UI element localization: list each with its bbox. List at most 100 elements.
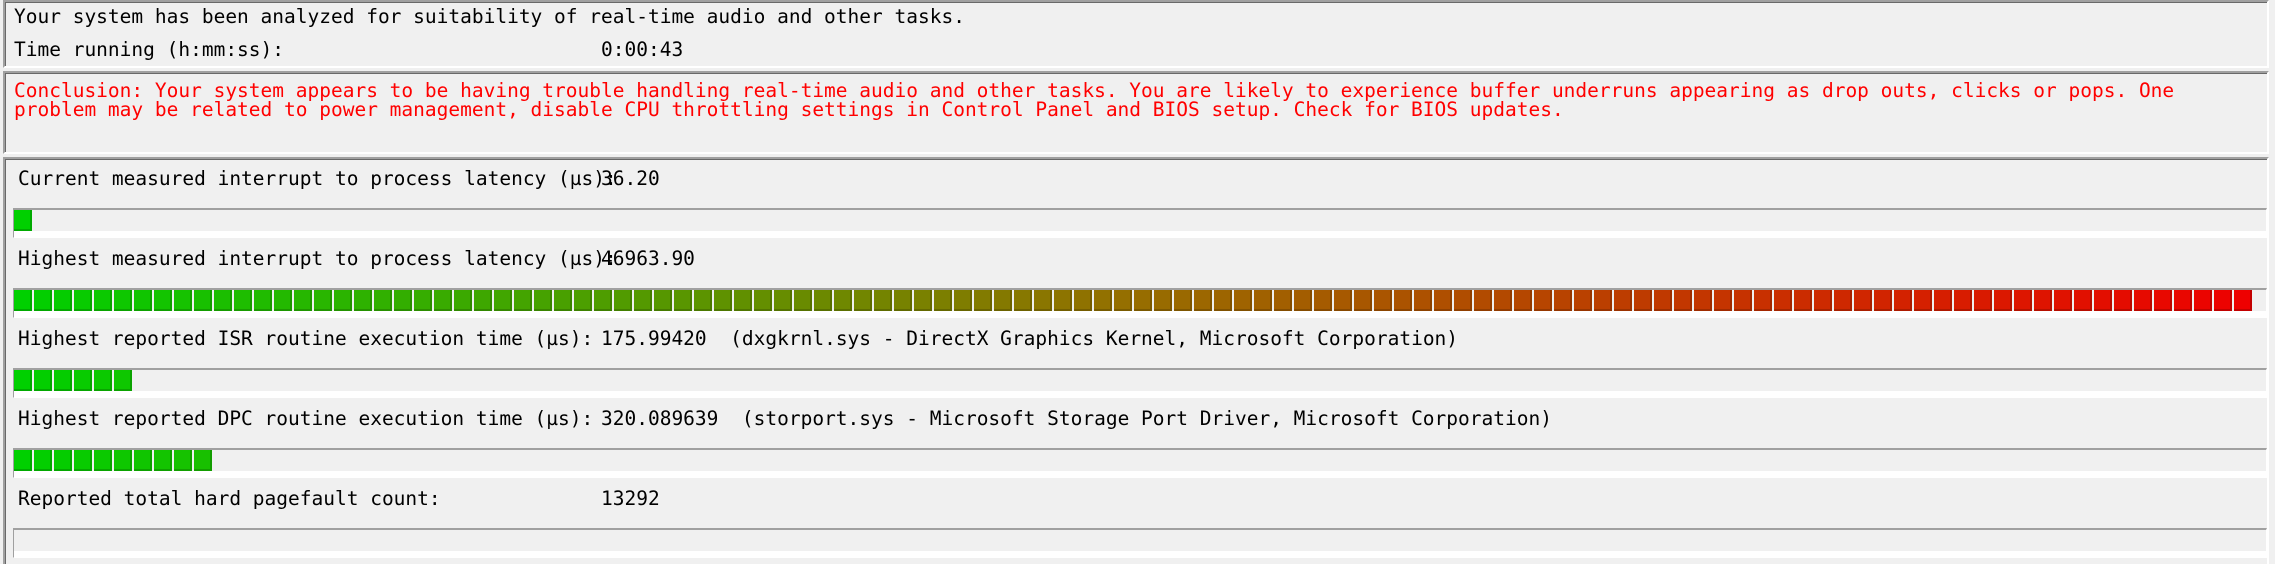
bar-segment bbox=[174, 290, 192, 311]
bar-segment bbox=[114, 450, 132, 471]
bar-segment bbox=[974, 290, 992, 311]
bar-segment bbox=[954, 290, 972, 311]
bar-segment bbox=[1154, 290, 1172, 311]
bar-segment bbox=[214, 290, 232, 311]
bar-segment bbox=[1634, 290, 1652, 311]
bar-segment bbox=[74, 290, 92, 311]
bar-segment bbox=[34, 370, 52, 391]
bar-segment bbox=[1014, 290, 1032, 311]
bar-segment bbox=[914, 290, 932, 311]
bar-segment bbox=[714, 290, 732, 311]
metric-value: 36.20 bbox=[601, 167, 660, 190]
bar-segment bbox=[274, 290, 292, 311]
bar-segment bbox=[74, 450, 92, 471]
bar-segment bbox=[14, 290, 32, 311]
metrics-panel: Current measured interrupt to process la… bbox=[3, 157, 2269, 564]
bar-segment bbox=[2074, 290, 2092, 311]
metric-label: Reported total hard pagefault count: bbox=[18, 487, 441, 510]
bar-segment bbox=[94, 370, 112, 391]
bar-segment bbox=[14, 370, 32, 391]
bar-segment bbox=[474, 290, 492, 311]
bar-segment bbox=[1694, 290, 1712, 311]
bar-fill bbox=[14, 290, 2254, 311]
bar-segment bbox=[934, 290, 952, 311]
latency-bar bbox=[13, 288, 2267, 318]
bar-segment bbox=[74, 370, 92, 391]
bar-fill bbox=[14, 210, 34, 231]
bar-segment bbox=[94, 450, 112, 471]
metric-value: 320.089639 (storport.sys - Microsoft Sto… bbox=[601, 407, 1552, 430]
bar-segment bbox=[1254, 290, 1272, 311]
latency-bar bbox=[13, 208, 2267, 238]
metric-value: 13292 bbox=[601, 487, 660, 510]
bar-segment bbox=[1934, 290, 1952, 311]
analysis-status-text: Your system has been analyzed for suitab… bbox=[14, 5, 965, 28]
bar-segment bbox=[1514, 290, 1532, 311]
metric-label: Highest reported ISR routine execution t… bbox=[18, 327, 594, 350]
metric-value: 46963.90 bbox=[601, 247, 695, 270]
bar-segment bbox=[614, 290, 632, 311]
bar-segment bbox=[354, 290, 372, 311]
bar-segment bbox=[1954, 290, 1972, 311]
bar-segment bbox=[334, 290, 352, 311]
bar-segment bbox=[1714, 290, 1732, 311]
bar-segment bbox=[2134, 290, 2152, 311]
bar-segment bbox=[54, 370, 72, 391]
bar-segment bbox=[1054, 290, 1072, 311]
bar-segment bbox=[1234, 290, 1252, 311]
bar-segment bbox=[1674, 290, 1692, 311]
bar-segment bbox=[2034, 290, 2052, 311]
bar-segment bbox=[1134, 290, 1152, 311]
bar-segment bbox=[374, 290, 392, 311]
bar-segment bbox=[1314, 290, 1332, 311]
bar-segment bbox=[2234, 290, 2252, 311]
bar-segment bbox=[1194, 290, 1212, 311]
bar-segment bbox=[1914, 290, 1932, 311]
time-running-label: Time running (h:mm:ss): bbox=[14, 38, 285, 61]
bar-segment bbox=[834, 290, 852, 311]
bar-segment bbox=[254, 290, 272, 311]
metric-detail: (dxgkrnl.sys - DirectX Graphics Kernel, … bbox=[730, 327, 1459, 350]
bar-segment bbox=[2194, 290, 2212, 311]
bar-fill bbox=[14, 370, 134, 391]
bar-segment bbox=[2054, 290, 2072, 311]
bar-segment bbox=[1594, 290, 1612, 311]
bar-segment bbox=[694, 290, 712, 311]
bar-segment bbox=[1274, 290, 1292, 311]
bar-segment bbox=[434, 290, 452, 311]
bar-segment bbox=[554, 290, 572, 311]
metric-detail: (storport.sys - Microsoft Storage Port D… bbox=[741, 407, 1552, 430]
bar-segment bbox=[514, 290, 532, 311]
bar-segment bbox=[2214, 290, 2232, 311]
bar-segment bbox=[34, 450, 52, 471]
bar-segment bbox=[174, 450, 192, 471]
bar-segment bbox=[654, 290, 672, 311]
bar-segment bbox=[1874, 290, 1892, 311]
conclusion-text: Conclusion: Your system appears to be ha… bbox=[14, 79, 2175, 121]
bar-segment bbox=[1574, 290, 1592, 311]
bar-segment bbox=[594, 290, 612, 311]
bar-segment bbox=[1994, 290, 2012, 311]
bar-segment bbox=[1794, 290, 1812, 311]
bar-segment bbox=[1494, 290, 1512, 311]
bar-segment bbox=[994, 290, 1012, 311]
bar-segment bbox=[1414, 290, 1432, 311]
pagefault-bar bbox=[13, 528, 2267, 558]
metric-label: Current measured interrupt to process la… bbox=[18, 167, 617, 190]
bar-segment bbox=[154, 290, 172, 311]
bar-segment bbox=[114, 290, 132, 311]
bar-segment bbox=[894, 290, 912, 311]
bar-segment bbox=[294, 290, 312, 311]
bar-segment bbox=[734, 290, 752, 311]
bar-segment bbox=[794, 290, 812, 311]
bar-segment bbox=[1334, 290, 1352, 311]
bar-segment bbox=[34, 290, 52, 311]
bar-segment bbox=[1354, 290, 1372, 311]
bar-segment bbox=[1394, 290, 1412, 311]
bar-segment bbox=[394, 290, 412, 311]
bar-segment bbox=[2014, 290, 2032, 311]
bar-segment bbox=[134, 290, 152, 311]
bar-segment bbox=[574, 290, 592, 311]
bar-segment bbox=[54, 290, 72, 311]
bar-segment bbox=[2154, 290, 2172, 311]
